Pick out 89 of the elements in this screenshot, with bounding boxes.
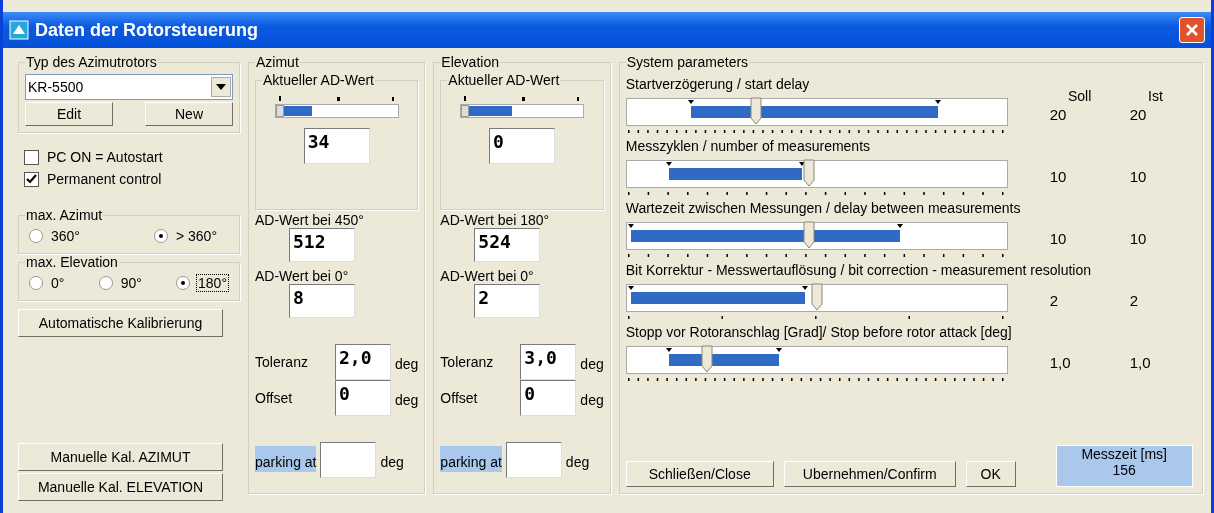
parking-field[interactable] — [320, 442, 377, 478]
radio-button[interactable] — [29, 229, 43, 243]
field-label: AD-Wert bei 450° — [255, 212, 365, 228]
group-label: Aktueller AD-Wert — [262, 72, 375, 88]
close-dialog-button[interactable]: Schließen/Close — [625, 461, 774, 487]
group-label: max. Azimut — [25, 207, 104, 223]
parking-field[interactable] — [505, 442, 562, 478]
checkbox-label: Permanent control — [47, 171, 162, 187]
unit-label: deg — [580, 391, 604, 408]
slider-thumb[interactable] — [810, 283, 823, 311]
ok-button[interactable]: OK — [965, 461, 1016, 487]
checkbox[interactable] — [24, 171, 39, 187]
window-title: Daten der Rotorsteuerung — [35, 19, 260, 41]
slider-label: Wartezeit zwischen Messungen / delay between measurements — [625, 200, 1022, 216]
slider-thumb[interactable] — [461, 105, 470, 117]
radio-label: 360° — [50, 227, 81, 245]
group-label: Aktueller AD-Wert — [447, 72, 561, 88]
setpoint-value: 10 — [1049, 167, 1068, 185]
offset-field[interactable]: 0 — [520, 380, 577, 416]
actual-value: 20 — [1129, 105, 1148, 123]
slider-thumb[interactable] — [700, 345, 713, 373]
unit-label: deg — [380, 453, 404, 470]
radio-label: 180° — [196, 274, 229, 292]
setpoint-value: 2 — [1049, 291, 1060, 309]
group-label: System parameters — [625, 54, 750, 70]
field-label: AD-Wert bei 0° — [255, 268, 350, 284]
app-icon — [9, 20, 29, 40]
slider-label: Stopp vor Rotoranschlag [Grad]/ Stop before rotor attack [deg] — [625, 324, 1013, 340]
radio-label: 90° — [119, 274, 143, 292]
group-label: max. Elevation — [25, 254, 119, 270]
field-label: parking at — [440, 446, 502, 472]
manual-calibration-button[interactable]: Manuelle Kal. ELEVATION — [18, 473, 223, 501]
auto-calibration-button[interactable]: Automatische Kalibrierung — [18, 309, 223, 337]
ad-value-field[interactable]: 2 — [474, 284, 541, 318]
actual-value: 2 — [1129, 291, 1140, 309]
field-label: Toleranz — [255, 353, 309, 370]
unit-label: deg — [565, 453, 590, 470]
slider-label: Messzyklen / number of measurements — [625, 138, 872, 154]
slider-label: Bit Korrektur - Messwertauflösung / bit correction - measurement resolution — [625, 262, 1092, 278]
typ-button[interactable]: Edit — [25, 102, 113, 126]
unit-label: deg — [395, 355, 419, 372]
field-label: parking at — [255, 446, 317, 472]
slider-thumb[interactable] — [803, 159, 816, 187]
slider-thumb[interactable] — [803, 221, 816, 249]
group-label: Typ des Azimutrotors — [25, 54, 158, 70]
setpoint-value: 10 — [1049, 229, 1068, 247]
group-label: Elevation — [440, 54, 500, 70]
tolerance-field[interactable]: 2,0 — [335, 344, 391, 380]
column-header: Soll — [1068, 88, 1093, 104]
ad-value-field[interactable]: 524 — [474, 228, 541, 262]
setpoint-value: 1,0 — [1049, 353, 1072, 371]
unit-label: deg — [580, 355, 604, 372]
checkbox[interactable] — [24, 149, 39, 165]
close-button[interactable] — [1179, 17, 1205, 43]
rotor-type-dropdown[interactable]: KR-5500 — [25, 74, 233, 100]
field-label: AD-Wert bei 180° — [440, 212, 551, 228]
measure-time-value: 156 — [1112, 462, 1136, 478]
radio-button[interactable] — [98, 276, 113, 290]
slider-label: Startverzögerung / start delay — [625, 76, 811, 92]
measure-time-label: Messzeit [ms] — [1081, 446, 1167, 462]
field-label: Offset — [255, 389, 294, 406]
tolerance-field[interactable]: 3,0 — [520, 344, 577, 380]
offset-field[interactable]: 0 — [335, 380, 391, 416]
slider-thumb[interactable] — [749, 97, 762, 125]
group-label: Azimut — [255, 54, 300, 70]
confirm-button[interactable]: Ubernehmen/Confirm — [783, 461, 956, 487]
ad-value-field[interactable]: 0 — [489, 128, 556, 164]
unit-label: deg — [395, 391, 419, 408]
slider-thumb[interactable] — [275, 105, 284, 117]
radio-button[interactable] — [29, 276, 43, 290]
setpoint-value: 20 — [1049, 105, 1068, 123]
actual-value: 10 — [1129, 167, 1148, 185]
radio-button[interactable] — [153, 229, 168, 243]
radio-label: > 360° — [174, 227, 218, 245]
close-icon[interactable] — [1185, 23, 1199, 37]
field-label: Toleranz — [440, 353, 495, 370]
manual-calibration-button[interactable]: Manuelle Kal. AZIMUT — [18, 443, 223, 471]
radio-label: 0° — [50, 274, 66, 292]
actual-value: 10 — [1129, 229, 1148, 247]
radio-button[interactable] — [176, 276, 191, 290]
actual-value: 1,0 — [1129, 353, 1152, 371]
checkbox-label: PC ON = Autostart — [47, 149, 163, 165]
field-label: AD-Wert bei 0° — [440, 268, 535, 284]
column-header: Ist — [1148, 88, 1164, 104]
typ-button[interactable]: New — [145, 102, 233, 126]
ad-value-field[interactable]: 512 — [289, 228, 355, 262]
ad-value-field[interactable]: 34 — [303, 128, 370, 164]
ad-value-field[interactable]: 8 — [289, 284, 355, 318]
field-label: Offset — [440, 389, 479, 406]
